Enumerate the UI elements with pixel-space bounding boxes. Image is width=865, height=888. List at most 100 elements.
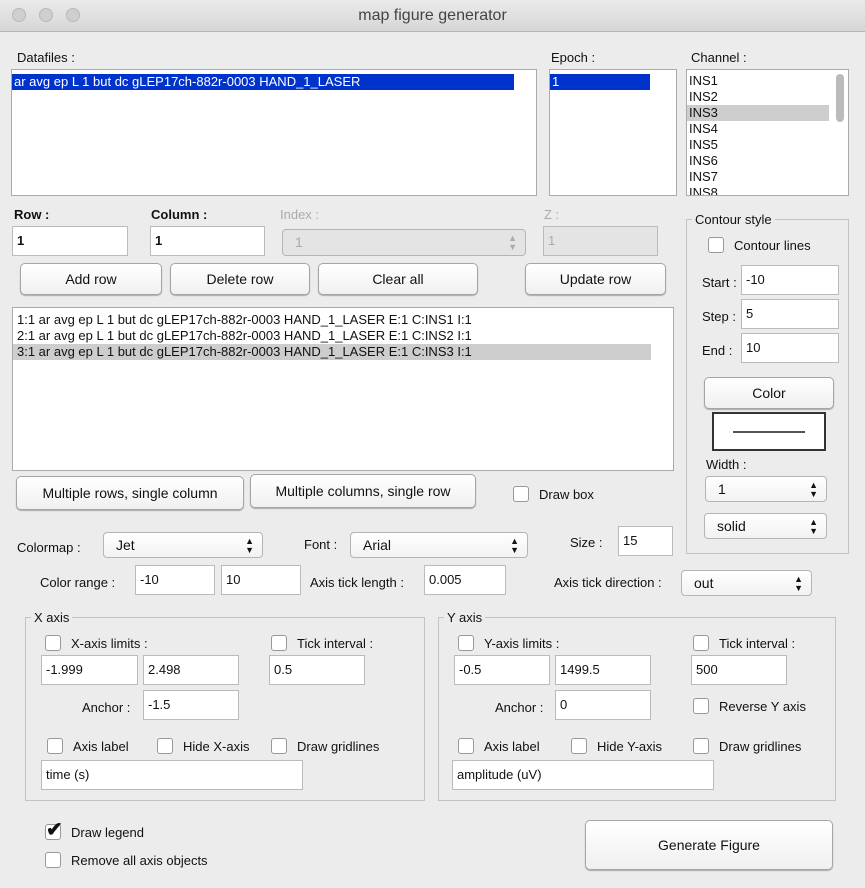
colormap-label: Colormap : xyxy=(17,540,81,555)
reverse-y-checkbox[interactable] xyxy=(693,698,709,714)
step-label: Step : xyxy=(702,309,736,324)
list-item[interactable]: INS4 xyxy=(687,121,848,137)
minimize-button[interactable] xyxy=(39,8,53,22)
y-max-input[interactable]: 1499.5 xyxy=(555,655,651,685)
window-title: map figure generator xyxy=(358,7,507,24)
color-range-min-input[interactable]: -10 xyxy=(135,565,215,595)
list-item[interactable]: INS7 xyxy=(687,169,848,185)
x-max-input[interactable]: 2.498 xyxy=(143,655,239,685)
list-item[interactable]: 1:1 ar avg ep L 1 but dc gLEP17ch-882r-0… xyxy=(13,312,673,328)
y-axis-limits-label: Y-axis limits : xyxy=(484,636,560,651)
hide-x-axis-label: Hide X-axis xyxy=(183,739,250,754)
multiple-rows-button[interactable]: Multiple rows, single column xyxy=(16,476,244,510)
multiple-columns-button[interactable]: Multiple columns, single row xyxy=(250,474,476,508)
line-preview xyxy=(712,412,826,451)
list-item[interactable]: INS2 xyxy=(687,89,848,105)
row-input[interactable]: 1 xyxy=(12,226,128,256)
list-item[interactable]: INS5 xyxy=(687,137,848,153)
y-tick-interval-input[interactable]: 500 xyxy=(691,655,787,685)
y-gridlines-checkbox[interactable] xyxy=(693,738,709,754)
x-anchor-input[interactable]: -1.5 xyxy=(143,690,239,720)
list-item[interactable]: 3:1 ar avg ep L 1 but dc gLEP17ch-882r-0… xyxy=(13,344,651,360)
x-tick-interval-input[interactable]: 0.5 xyxy=(269,655,365,685)
list-item[interactable]: 2:1 ar avg ep L 1 but dc gLEP17ch-882r-0… xyxy=(13,328,673,344)
font-label: Font : xyxy=(304,537,338,552)
datafiles-list[interactable]: ar avg ep L 1 but dc gLEP17ch-882r-0003 … xyxy=(11,69,537,196)
line-style-select[interactable]: solid ▲ ▼ xyxy=(704,513,827,539)
channel-label: Channel : xyxy=(691,50,747,65)
update-row-button[interactable]: Update row xyxy=(525,263,666,295)
clear-all-button[interactable]: Clear all xyxy=(318,263,478,295)
index-value: 1 xyxy=(295,234,303,250)
color-range-max-input[interactable]: 10 xyxy=(221,565,301,595)
epoch-list[interactable]: 1 xyxy=(549,69,677,196)
x-axis-label-input[interactable]: time (s) xyxy=(41,760,303,790)
x-axis-limits-checkbox[interactable] xyxy=(45,635,61,651)
tick-direction-select[interactable]: out ▲ ▼ xyxy=(681,570,812,596)
contour-style-title: Contour style xyxy=(692,212,775,227)
colormap-select[interactable]: Jet ▲ ▼ xyxy=(103,532,263,558)
row-label: Row : xyxy=(14,207,50,222)
y-axis-limits-checkbox[interactable] xyxy=(458,635,474,651)
add-row-button[interactable]: Add row xyxy=(20,263,162,295)
y-axis-label-input[interactable]: amplitude (uV) xyxy=(452,760,714,790)
x-gridlines-checkbox[interactable] xyxy=(271,738,287,754)
tick-length-input[interactable]: 0.005 xyxy=(424,565,506,595)
channel-list[interactable]: INS1 INS2 INS3 INS4 INS5 INS6 INS7 INS8 xyxy=(686,69,849,196)
font-select[interactable]: Arial ▲ ▼ xyxy=(350,532,528,558)
step-input[interactable]: 5 xyxy=(741,299,839,329)
x-min-input[interactable]: -1.999 xyxy=(41,655,138,685)
size-input[interactable]: 15 xyxy=(618,526,673,556)
delete-row-button[interactable]: Delete row xyxy=(170,263,310,295)
updown-arrows-icon: ▲ ▼ xyxy=(245,536,254,555)
remove-axis-checkbox[interactable] xyxy=(45,852,61,868)
y-min-input[interactable]: -0.5 xyxy=(454,655,550,685)
end-input[interactable]: 10 xyxy=(741,333,839,363)
close-button[interactable] xyxy=(12,8,26,22)
width-value: 1 xyxy=(718,481,726,497)
updown-arrows-icon: ▲ ▼ xyxy=(794,574,803,593)
draw-legend-checkbox[interactable]: ✔ xyxy=(45,819,63,841)
column-input[interactable]: 1 xyxy=(150,226,265,256)
updown-arrows-icon: ▲ ▼ xyxy=(809,517,818,536)
width-select[interactable]: 1 ▲ ▼ xyxy=(705,476,827,502)
datafiles-label: Datafiles : xyxy=(17,50,75,65)
remove-axis-label: Remove all axis objects xyxy=(71,853,208,868)
x-axis-limits-label: X-axis limits : xyxy=(71,636,148,651)
list-item[interactable]: 1 xyxy=(550,74,650,90)
draw-box-checkbox[interactable] xyxy=(513,486,529,502)
list-item[interactable]: INS8 xyxy=(687,185,848,195)
column-label: Column : xyxy=(151,207,208,222)
list-item[interactable]: INS6 xyxy=(687,153,848,169)
zoom-button[interactable] xyxy=(66,8,80,22)
epoch-label: Epoch : xyxy=(551,50,596,65)
contour-lines-checkbox[interactable] xyxy=(708,237,724,253)
color-button[interactable]: Color xyxy=(704,377,834,409)
y-axis-title: Y axis xyxy=(444,610,486,625)
size-label: Size : xyxy=(570,535,603,550)
list-item[interactable]: INS1 xyxy=(687,73,848,89)
rows-list[interactable]: 1:1 ar avg ep L 1 but dc gLEP17ch-882r-0… xyxy=(12,307,674,471)
x-axis-label-checkbox[interactable] xyxy=(47,738,63,754)
font-value: Arial xyxy=(363,537,392,553)
index-select: 1 ▲ ▼ xyxy=(282,229,526,256)
y-axis-label-checkbox[interactable] xyxy=(458,738,474,754)
hide-x-axis-checkbox[interactable] xyxy=(157,738,173,754)
list-item[interactable]: INS3 xyxy=(687,105,829,121)
scrollbar[interactable] xyxy=(836,74,844,122)
y-gridlines-label: Draw gridlines xyxy=(719,739,802,754)
start-input[interactable]: -10 xyxy=(741,265,839,295)
list-item[interactable]: ar avg ep L 1 but dc gLEP17ch-882r-0003 … xyxy=(12,74,514,90)
draw-legend-label: Draw legend xyxy=(71,825,144,840)
x-axis-title: X axis xyxy=(31,610,73,625)
end-label: End : xyxy=(702,343,733,358)
tick-direction-value: out xyxy=(694,575,714,591)
hide-y-axis-checkbox[interactable] xyxy=(571,738,587,754)
x-tick-interval-checkbox[interactable] xyxy=(271,635,287,651)
y-tick-interval-checkbox[interactable] xyxy=(693,635,709,651)
y-anchor-input[interactable]: 0 xyxy=(555,690,651,720)
generate-figure-button[interactable]: Generate Figure xyxy=(585,820,833,870)
contour-lines-label: Contour lines xyxy=(734,238,811,253)
colormap-value: Jet xyxy=(116,537,135,553)
tick-direction-label: Axis tick direction : xyxy=(554,575,662,590)
